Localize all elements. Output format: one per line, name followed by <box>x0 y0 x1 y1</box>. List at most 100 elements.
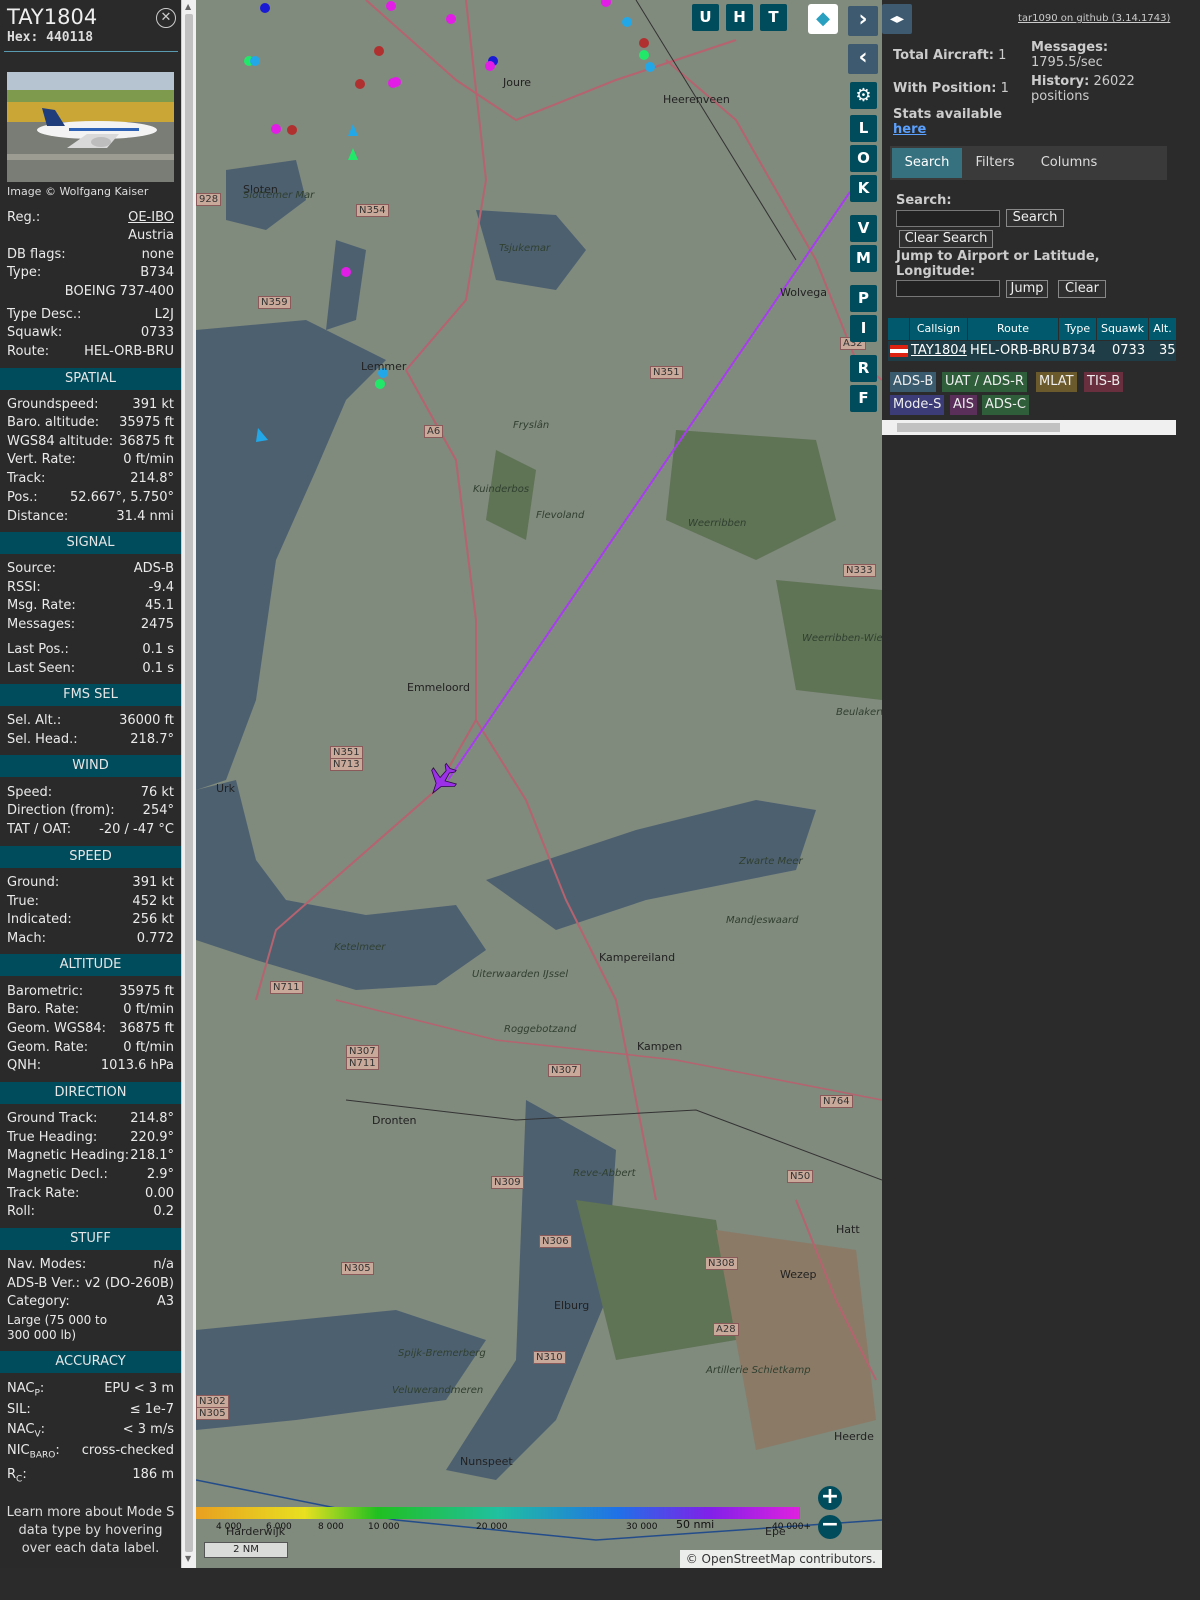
info-label[interactable]: Geom. WGS84: <box>7 1020 106 1038</box>
info-label[interactable]: Baro. altitude: <box>7 414 99 432</box>
zoom-out-button[interactable]: − <box>818 1514 842 1539</box>
jump-button[interactable]: Jump <box>1006 280 1048 298</box>
layers-icon[interactable]: ◆ <box>808 4 838 34</box>
column-header-callsign[interactable]: Callsign <box>910 318 967 340</box>
tab-search[interactable]: Search <box>892 148 962 178</box>
github-link[interactable]: tar1090 on github (3.14.1743) <box>1018 13 1170 24</box>
info-label[interactable]: Indicated: <box>7 911 72 929</box>
source-badge[interactable]: MLAT <box>1036 372 1077 392</box>
info-label[interactable]: Category: <box>7 1293 70 1311</box>
info-label[interactable]: Msg. Rate: <box>7 597 76 615</box>
source-badge[interactable]: ADS-C <box>982 395 1029 415</box>
settings-gear-icon[interactable]: ⚙ <box>850 82 877 109</box>
map-button-o[interactable]: O <box>850 145 877 172</box>
scrollbar-thumb[interactable] <box>185 14 193 1552</box>
accuracy-row: RC: 186 m <box>7 1466 174 1489</box>
registration-link[interactable]: OE-IBO <box>128 209 174 227</box>
info-label[interactable]: Magnetic Decl.: <box>7 1166 108 1184</box>
row-callsign[interactable]: TAY1804 <box>911 341 967 361</box>
info-label[interactable]: Distance: <box>7 508 68 526</box>
info-label[interactable]: Groundspeed: <box>7 396 98 414</box>
info-label[interactable]: Magnetic Heading: <box>7 1147 129 1165</box>
info-label[interactable]: Nav. Modes: <box>7 1256 86 1274</box>
column-header-type[interactable]: Type <box>1059 318 1096 340</box>
info-label[interactable]: DB flags: <box>7 246 66 264</box>
info-label[interactable]: NICBARO: <box>7 1442 60 1465</box>
map-button-k[interactable]: K <box>850 175 877 202</box>
collapse-left-icon[interactable]: ‹ <box>848 44 878 74</box>
info-label[interactable]: Vert. Rate: <box>7 451 76 469</box>
info-label[interactable]: True Heading: <box>7 1129 97 1147</box>
tab-columns[interactable]: Columns <box>1028 148 1110 178</box>
expand-right-icon[interactable]: › <box>848 6 878 36</box>
info-label[interactable]: Last Seen: <box>7 660 75 678</box>
map-view[interactable]: Joure Heerenveen Sloten Slottemer Mar Tsjuke… <box>196 0 882 1568</box>
map-button-r[interactable]: R <box>850 355 877 382</box>
info-label[interactable]: Track: <box>7 470 45 488</box>
info-label[interactable]: Speed: <box>7 784 52 802</box>
info-label[interactable]: Messages: <box>7 616 75 634</box>
column-header-route[interactable]: Route <box>968 318 1058 340</box>
info-label[interactable]: Squawk: <box>7 324 62 342</box>
info-label[interactable]: True: <box>7 893 39 911</box>
clear-button[interactable]: Clear <box>1058 280 1106 298</box>
basic-row: Type Desc.: L2J <box>7 306 174 324</box>
info-label[interactable]: TAT / OAT: <box>7 821 71 839</box>
source-badge[interactable]: TIS-B <box>1084 372 1124 392</box>
map-button-h[interactable]: H <box>726 4 753 31</box>
info-label[interactable]: Roll: <box>7 1203 35 1221</box>
info-label[interactable]: Baro. Rate: <box>7 1001 79 1019</box>
close-icon[interactable]: ✕ <box>156 8 176 28</box>
sidebar-scrollbar[interactable]: ▲ ▼ <box>181 0 196 1568</box>
column-header-squawk[interactable]: Squawk <box>1097 318 1148 340</box>
info-label[interactable]: NACP: <box>7 1380 44 1403</box>
clear-search-button[interactable]: Clear Search <box>899 230 993 248</box>
toggle-panel-icon[interactable]: ◂▸ <box>882 4 912 34</box>
map-button-l[interactable]: L <box>850 115 877 142</box>
info-label[interactable]: NACV: <box>7 1421 45 1444</box>
map-button-m[interactable]: M <box>850 245 877 272</box>
info-label[interactable]: Barometric: <box>7 983 83 1001</box>
map-button-p[interactable]: P <box>850 285 877 312</box>
source-badge[interactable]: Mode-S <box>890 395 945 415</box>
info-label[interactable]: Sel. Head.: <box>7 731 78 749</box>
info-label[interactable]: Ground Track: <box>7 1110 97 1128</box>
info-label[interactable]: QNH: <box>7 1057 41 1075</box>
map-attribution[interactable]: © OpenStreetMap contributors. <box>679 1550 882 1568</box>
map-button-v[interactable]: V <box>850 215 877 242</box>
info-label[interactable]: Type: <box>7 264 41 282</box>
info-label[interactable]: ADS-B Ver.: <box>7 1275 80 1293</box>
info-label[interactable]: Sel. Alt.: <box>7 712 61 730</box>
source-badge[interactable]: ADS-B <box>890 372 937 392</box>
info-label[interactable]: Track Rate: <box>7 1185 79 1203</box>
info-label[interactable]: Type Desc.: <box>7 306 81 324</box>
zoom-in-button[interactable]: + <box>818 1486 842 1510</box>
table-scrollbar[interactable] <box>882 420 1176 435</box>
search-input[interactable] <box>896 210 1000 227</box>
info-label[interactable]: Source: <box>7 560 56 578</box>
info-label[interactable]: Pos.: <box>7 489 38 507</box>
aircraft-photo[interactable] <box>7 72 174 182</box>
source-badge[interactable]: AIS <box>950 395 977 415</box>
info-label[interactable]: Mach: <box>7 930 46 948</box>
info-label[interactable]: Route: <box>7 343 49 361</box>
source-badge[interactable]: UAT / ADS-R <box>942 372 1027 392</box>
search-button[interactable]: Search <box>1006 209 1064 227</box>
map-button-f[interactable]: F <box>850 385 877 412</box>
jump-input[interactable] <box>896 280 1000 297</box>
info-label[interactable]: Reg.: <box>7 209 40 227</box>
scrollbar-thumb[interactable] <box>897 423 1060 432</box>
info-label[interactable]: WGS84 altitude: <box>7 433 113 451</box>
map-button-i[interactable]: I <box>850 315 877 342</box>
info-label[interactable]: Ground: <box>7 874 59 892</box>
tab-filters[interactable]: Filters <box>964 148 1026 178</box>
column-header-alt[interactable]: Alt. <box>1149 318 1176 340</box>
info-label[interactable]: RC: <box>7 1466 27 1489</box>
stats-link[interactable]: here <box>893 122 926 137</box>
info-label[interactable]: Direction (from): <box>7 802 115 820</box>
info-label[interactable]: RSSI: <box>7 579 41 597</box>
info-label[interactable]: Geom. Rate: <box>7 1039 88 1057</box>
info-label[interactable]: Last Pos.: <box>7 641 69 659</box>
map-button-t[interactable]: T <box>760 4 787 31</box>
map-button-u[interactable]: U <box>692 4 719 31</box>
